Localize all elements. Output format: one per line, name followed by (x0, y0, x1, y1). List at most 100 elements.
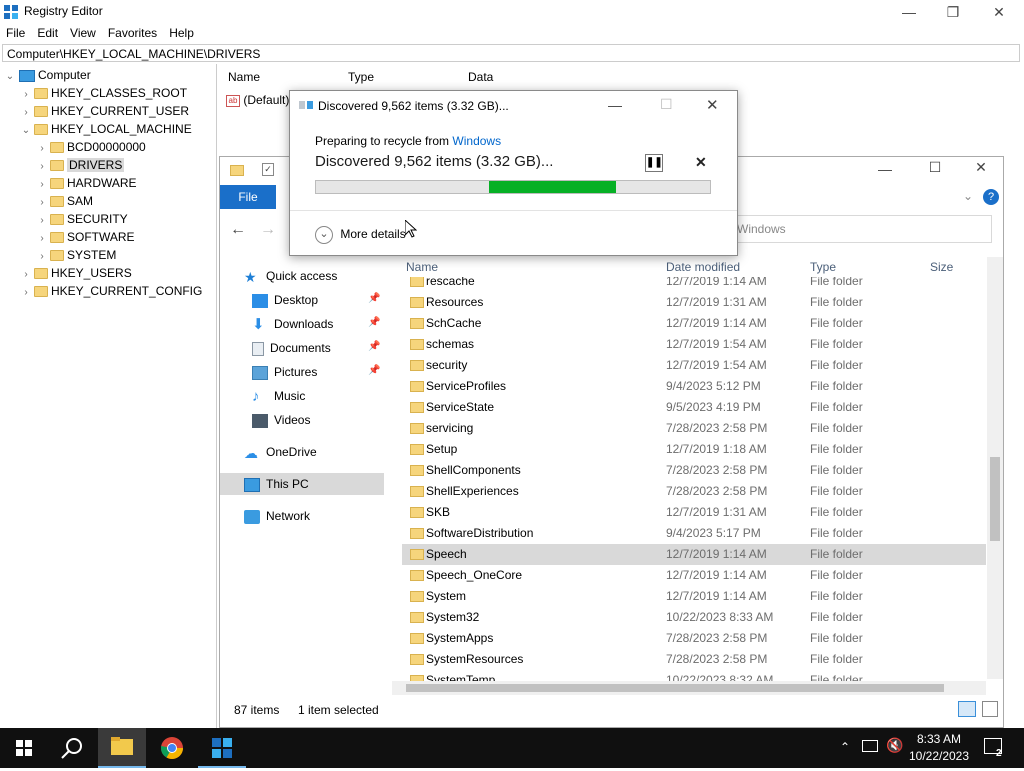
menu-help[interactable]: Help (163, 24, 200, 42)
minimize-button[interactable]: — (886, 0, 932, 24)
column-header-type[interactable]: Type (348, 70, 374, 86)
tree-node-hkey-current-config[interactable]: › HKEY_CURRENT_CONFIG (20, 282, 202, 300)
folder-icon (410, 360, 424, 371)
forward-arrow-icon[interactable]: → (260, 221, 276, 239)
value-row-default[interactable]: ab (Default) (226, 92, 289, 108)
file-row[interactable]: SoftwareDistribution 9/4/2023 5:17 PM File… (402, 523, 986, 544)
column-header-name[interactable]: Name (228, 70, 260, 86)
maximize-button[interactable]: ☐ (920, 159, 950, 176)
tree-node-security[interactable]: › SECURITY (36, 210, 127, 228)
file-row[interactable]: SystemResources 7/28/2023 2:58 PM File fol… (402, 649, 986, 670)
chevron-down-icon[interactable]: ⌄ (963, 189, 975, 203)
details-view-icon[interactable] (958, 701, 976, 717)
file-row[interactable]: servicing 7/28/2023 2:58 PM File folder (402, 418, 986, 439)
more-details-toggle[interactable]: ⌄ More details (315, 224, 406, 244)
tree-node-hardware[interactable]: › HARDWARE (36, 174, 136, 192)
tree-node-sam[interactable]: › SAM (36, 192, 93, 210)
folder-icon (410, 339, 424, 350)
file-row[interactable]: Speech 12/7/2019 1:14 AM File folder (402, 544, 986, 565)
menu-file[interactable]: File (0, 24, 31, 42)
file-row[interactable]: ShellExperiences 7/28/2023 2:58 PM File fo… (402, 481, 986, 502)
volume-muted-icon[interactable]: 🔇 (886, 737, 903, 754)
minimize-button[interactable]: — (870, 161, 900, 177)
file-row[interactable]: rescache 12/7/2019 1:14 AM File folder (402, 277, 986, 292)
menu-edit[interactable]: Edit (31, 24, 64, 42)
source-link[interactable]: Windows (452, 134, 501, 148)
tree-node-system[interactable]: › SYSTEM (36, 246, 116, 264)
ribbon-file-tab[interactable]: File (220, 185, 276, 209)
tree-node-drivers[interactable]: › DRIVERS (36, 156, 125, 174)
horizontal-scrollbar[interactable] (392, 681, 986, 695)
tree-node-hkey-current-user[interactable]: › HKEY_CURRENT_USER (20, 102, 189, 120)
tree-node-hkey-users[interactable]: › HKEY_USERS (20, 264, 131, 282)
file-row[interactable]: ServiceProfiles 9/4/2023 5:12 PM File fold… (402, 376, 986, 397)
pause-button[interactable]: ❚❚ (645, 154, 663, 172)
column-header-name[interactable]: Name (406, 257, 438, 277)
tree-node-bcd[interactable]: › BCD00000000 (36, 138, 145, 156)
file-row[interactable]: SchCache 12/7/2019 1:14 AM File folder (402, 313, 986, 334)
chevron-down-icon[interactable]: ⌄ (315, 225, 333, 244)
tree-node-hkey-classes-root[interactable]: › HKEY_CLASSES_ROOT (20, 84, 187, 102)
close-button[interactable]: ✕ (706, 96, 719, 114)
cancel-button[interactable]: ✕ (695, 154, 707, 171)
chevron-down-icon[interactable]: ⌄ (20, 122, 32, 140)
file-name: SystemResources (426, 652, 524, 666)
file-row[interactable]: security 12/7/2019 1:54 AM File folder (402, 355, 986, 376)
file-name: ShellComponents (426, 463, 521, 477)
large-icons-view-icon[interactable] (982, 701, 998, 717)
file-row[interactable]: ShellComponents 7/28/2023 2:58 PM File fol… (402, 460, 986, 481)
file-type: File folder (810, 316, 863, 330)
scrollbar-thumb[interactable] (990, 457, 1000, 541)
search-icon[interactable] (48, 728, 96, 768)
file-row[interactable]: System 12/7/2019 1:14 AM File folder (402, 586, 986, 607)
address-bar[interactable]: Computer\HKEY_LOCAL_MACHINE\DRIVERS (2, 44, 1020, 62)
tree-node-computer[interactable]: ⌄ Computer (4, 66, 91, 84)
file-row[interactable]: schemas 12/7/2019 1:54 AM File folder (402, 334, 986, 355)
tree-node-software[interactable]: › SOFTWARE (36, 228, 134, 246)
minimize-button[interactable]: — (608, 97, 622, 113)
file-row[interactable]: SKB 12/7/2019 1:31 AM File folder (402, 502, 986, 523)
folder-icon (410, 654, 424, 665)
folder-icon (410, 591, 424, 602)
close-button[interactable]: ✕ (976, 0, 1022, 24)
folder-icon (410, 486, 424, 497)
network-tray-icon[interactable] (862, 740, 878, 752)
tray-time[interactable]: 8:33 AM (912, 732, 966, 746)
file-row[interactable]: SystemTemp 10/22/2023 8:32 AM File folder (402, 670, 986, 681)
file-type: File folder (810, 568, 863, 582)
file-date: 12/7/2019 1:14 AM (666, 568, 767, 582)
file-row[interactable]: Setup 12/7/2019 1:18 AM File folder (402, 439, 986, 460)
vertical-scrollbar[interactable] (987, 257, 1003, 679)
registry-editor-taskbar-icon[interactable] (198, 728, 246, 768)
search-input[interactable]: Windows (728, 215, 992, 243)
file-type: File folder (810, 547, 863, 561)
column-header-type[interactable]: Type (810, 257, 836, 277)
restore-button[interactable]: ❐ (930, 0, 976, 24)
file-row[interactable]: ServiceState 9/5/2023 4:19 PM File folder (402, 397, 986, 418)
file-row[interactable]: SystemApps 7/28/2023 2:58 PM File folder (402, 628, 986, 649)
back-arrow-icon[interactable]: ← (230, 221, 246, 239)
file-row[interactable]: System32 10/22/2023 8:33 AM File folder (402, 607, 986, 628)
menu-view[interactable]: View (64, 24, 102, 42)
chevron-down-icon[interactable]: ⌄ (4, 68, 16, 86)
properties-icon[interactable]: ✓ (262, 163, 274, 176)
chevron-right-icon[interactable]: › (20, 284, 32, 302)
chevron-up-icon[interactable]: ⌃ (840, 740, 850, 754)
column-header-size[interactable]: Size (930, 257, 953, 277)
menu-favorites[interactable]: Favorites (102, 24, 163, 42)
file-row[interactable]: Speech_OneCore 12/7/2019 1:14 AM File fold… (402, 565, 986, 586)
folder-icon (410, 465, 424, 476)
tree-node-hkey-local-machine[interactable]: ⌄ HKEY_LOCAL_MACHINE (20, 120, 192, 138)
help-icon[interactable]: ? (983, 189, 999, 205)
close-button[interactable]: ✕ (966, 159, 996, 176)
file-explorer-taskbar-icon[interactable] (98, 728, 146, 768)
scrollbar-thumb[interactable] (406, 684, 944, 692)
column-header-data[interactable]: Data (468, 70, 493, 86)
column-header-date[interactable]: Date modified (666, 257, 740, 277)
start-button[interactable] (0, 728, 48, 768)
file-type: File folder (810, 652, 863, 666)
chrome-icon[interactable] (148, 728, 196, 768)
file-name: SchCache (426, 316, 482, 330)
file-row[interactable]: Resources 12/7/2019 1:31 AM File folder (402, 292, 986, 313)
tray-date[interactable]: 10/22/2023 (906, 749, 972, 763)
